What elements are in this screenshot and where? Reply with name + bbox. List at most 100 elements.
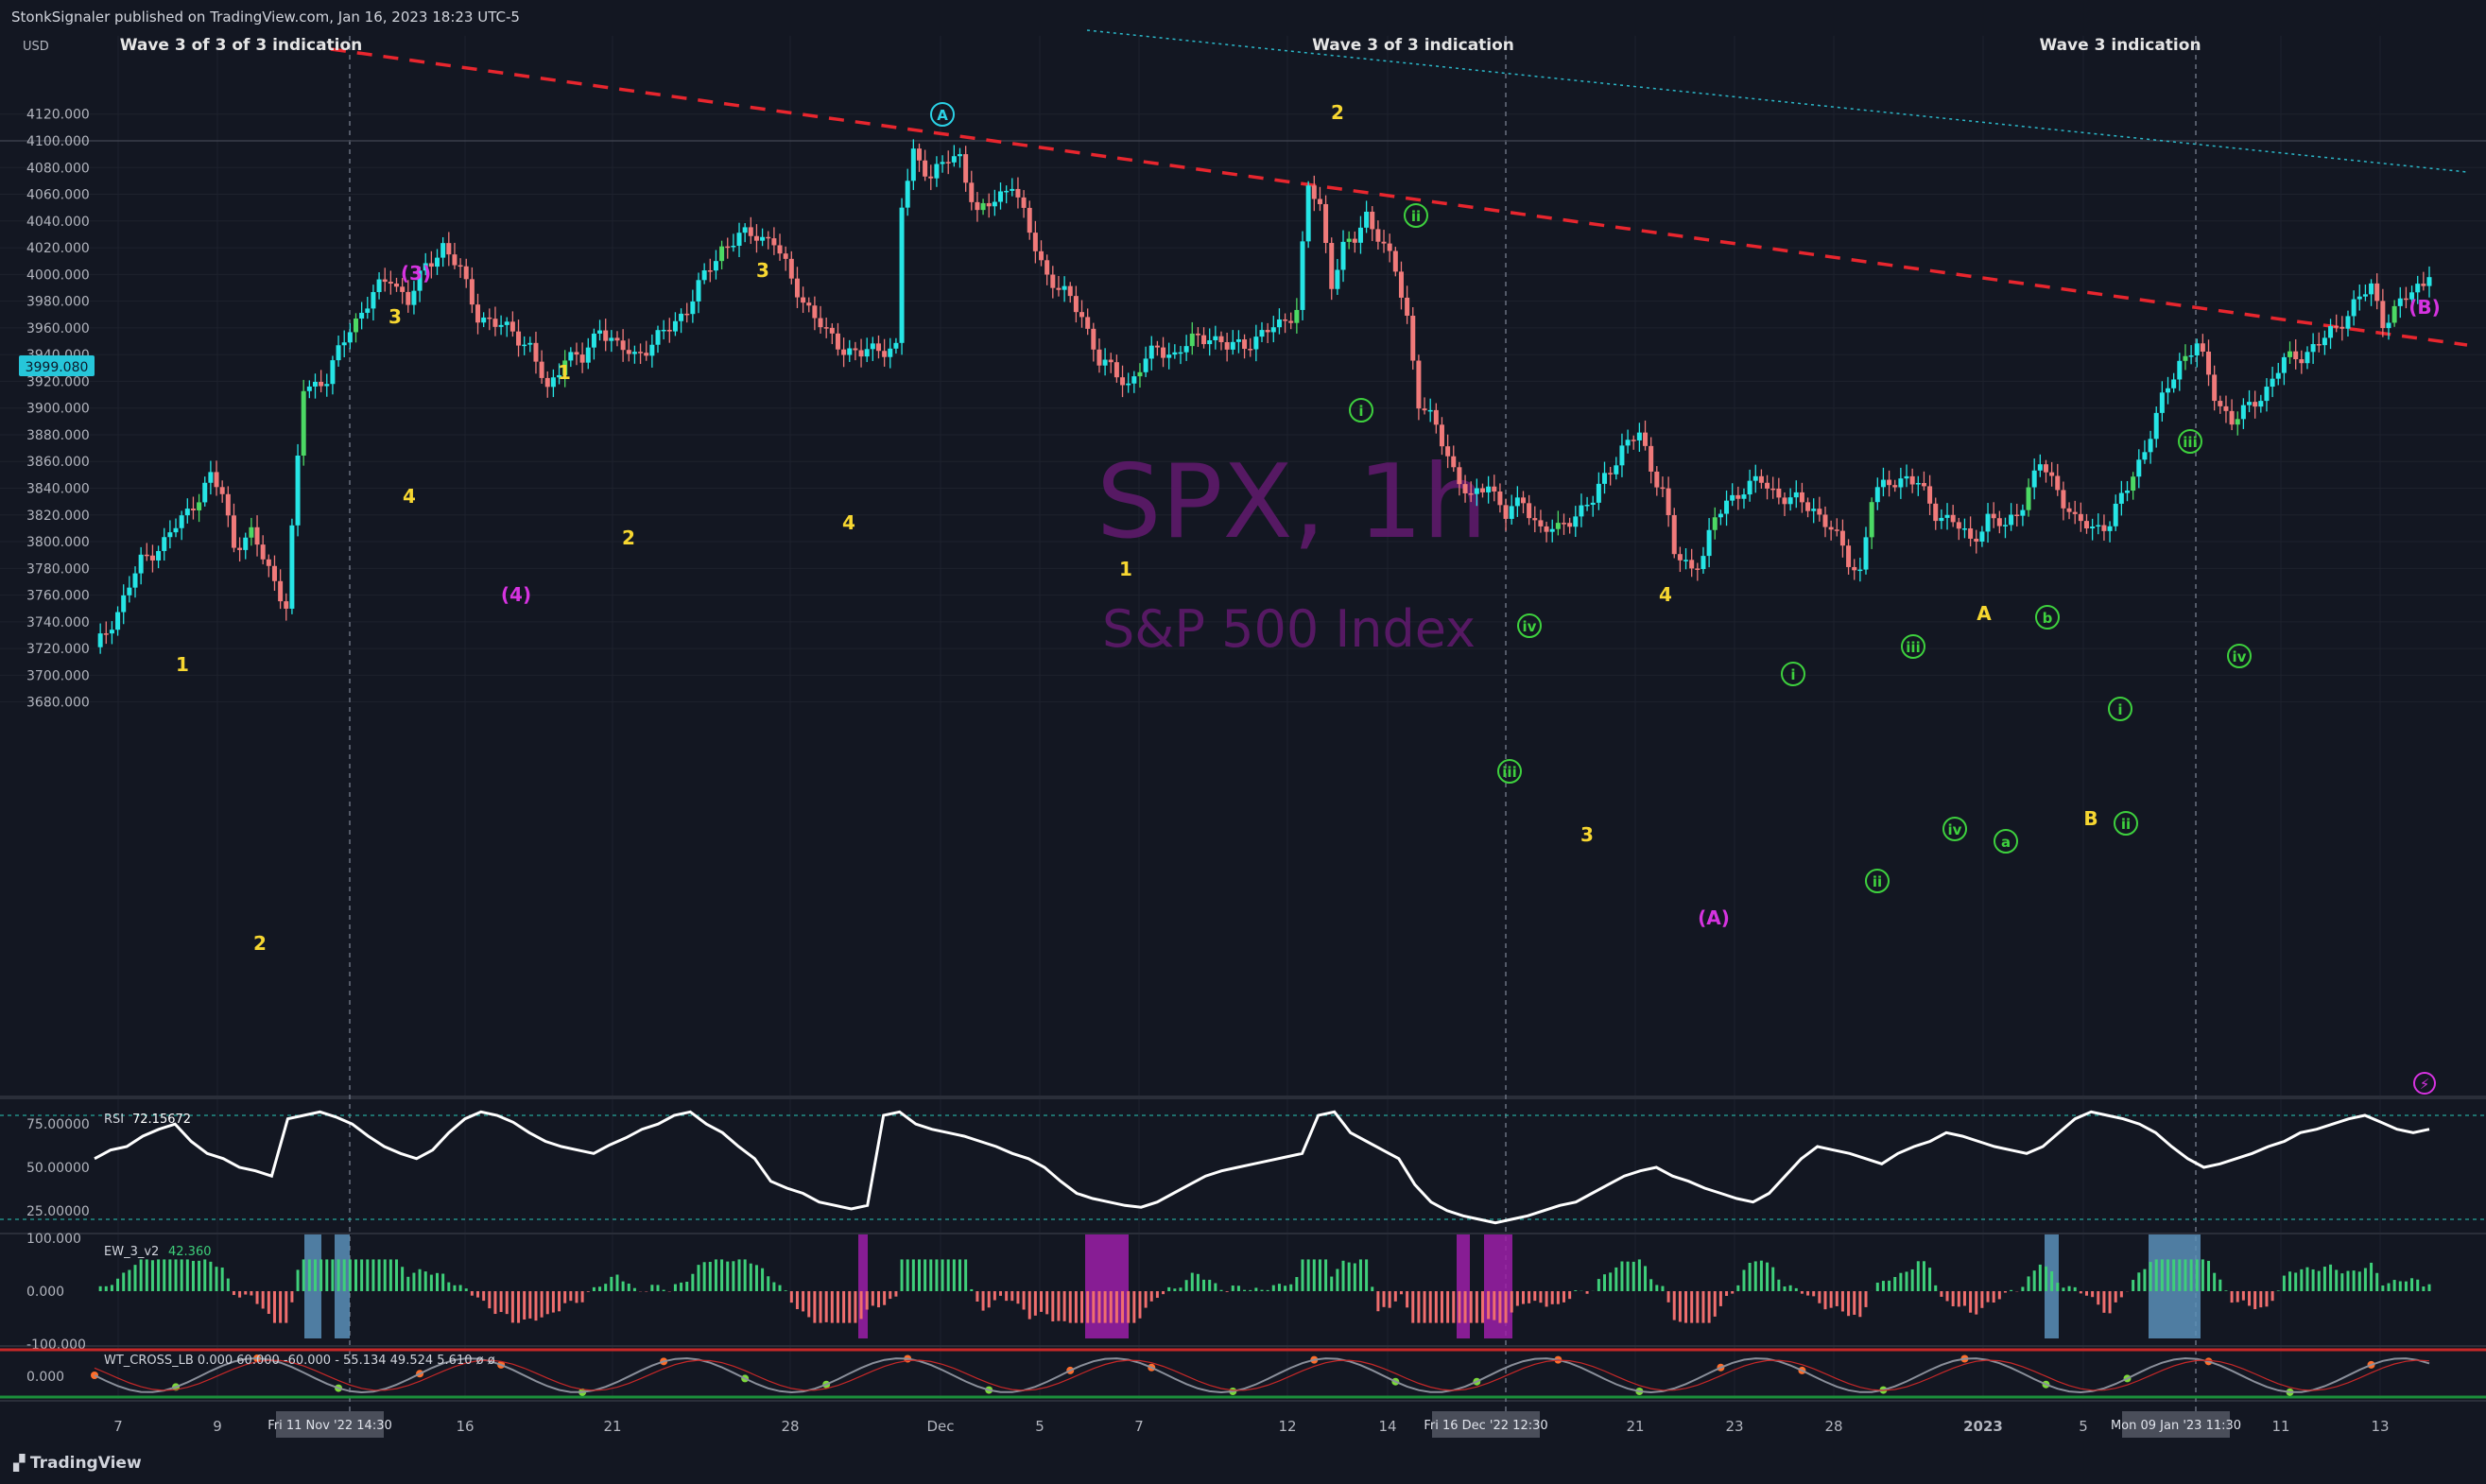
wave-label: ii (1411, 208, 1421, 225)
candle-body (1346, 238, 1352, 242)
candle-body (1253, 336, 1259, 350)
candle-body (1822, 514, 1828, 527)
candle-body (1695, 568, 1700, 570)
candle-body (1370, 211, 1375, 230)
candle-body (2235, 419, 2240, 425)
x-tick-label: 9 (213, 1418, 222, 1435)
candle-body (411, 290, 417, 305)
candle-body (603, 330, 609, 341)
candle-body (1898, 478, 1904, 488)
candle-body (197, 502, 202, 510)
candle-body (533, 342, 539, 362)
candle-body (1770, 488, 1776, 491)
price-tag: 3999.080 (19, 355, 95, 376)
candle-body (1120, 377, 1126, 386)
candle-body (870, 343, 875, 350)
wave-label: 2 (622, 526, 635, 549)
wt-title: WT_CROSS_LB 0.000 60.000 -60.000 - 55.13… (104, 1354, 495, 1368)
candle-body (376, 279, 382, 293)
candle-body (1096, 349, 1102, 366)
candle-body (1880, 479, 1886, 488)
candle-body (2247, 402, 2253, 406)
candle-body (1636, 432, 1642, 440)
annotations: Wave 3 of 3 of 3 indication Wave 3 of 3 i… (120, 36, 2201, 55)
candle-body (1596, 483, 1601, 503)
candle-body (1567, 523, 1573, 527)
candle-body (2031, 470, 2037, 488)
candle-body (1276, 319, 1282, 328)
candle-body (1915, 482, 1921, 485)
last-price-value: 3999.080 (26, 360, 89, 375)
candle-body (1741, 494, 1747, 499)
candle-body (1270, 327, 1276, 333)
candle-body (2334, 326, 2339, 328)
candle-body (231, 515, 236, 548)
candle-body (568, 352, 574, 361)
wave-label: ii (1873, 873, 1882, 890)
watermark: SPX, 1h S&P 500 Index (1096, 443, 1488, 659)
candle-body (713, 261, 718, 271)
candle-body (707, 270, 713, 272)
y-tick-label: 3700.000 (26, 668, 90, 683)
candle-body (2287, 351, 2293, 357)
candle-body (179, 515, 184, 528)
wave-label: (B) (2408, 296, 2441, 319)
candle-body (2200, 343, 2205, 353)
candle-body (475, 304, 481, 323)
candle-body (1683, 560, 1689, 561)
candle-body (951, 156, 957, 163)
candle-body (1137, 371, 1143, 377)
candle-body (1927, 486, 1933, 504)
candle-body (766, 236, 771, 239)
candle-body (2223, 406, 2229, 411)
candle-body (2131, 476, 2136, 492)
candle-body (858, 350, 864, 357)
candle-body (2194, 343, 2200, 356)
wave-label: B (2083, 807, 2098, 830)
candle-body (237, 547, 243, 550)
rsi-title: RSI (104, 1113, 124, 1127)
candle-body (1666, 488, 1671, 516)
candle-body (1010, 188, 1015, 191)
candle-body (1974, 538, 1979, 542)
candle-body (2275, 372, 2281, 379)
candle-body (2124, 491, 2130, 493)
ew-title: EW_3_v2 (104, 1245, 159, 1259)
candle-body (440, 243, 446, 258)
y-tick-label: 4000.000 (26, 267, 90, 283)
candle-body (1462, 484, 1468, 493)
candle-body (1654, 471, 1660, 488)
candle-body (1497, 491, 1503, 506)
candle-body (1996, 518, 2002, 526)
wave-label: i (2117, 701, 2122, 718)
candle-body (736, 233, 742, 247)
candle-body (2113, 503, 2118, 526)
rsi-value: 72.15672 (132, 1113, 191, 1127)
candle-body (1242, 339, 1248, 350)
ew-highlight (304, 1234, 321, 1338)
candle-body (2055, 475, 2061, 491)
candle-body (2316, 344, 2322, 346)
wave-label: iii (1906, 639, 1920, 656)
candle-body (818, 318, 823, 328)
candle-body (1248, 349, 1253, 351)
candle-body (2002, 525, 2008, 526)
candle-body (597, 330, 603, 334)
candle-body (289, 525, 295, 609)
candle-body (1207, 340, 1213, 345)
candle-body (1544, 526, 1549, 532)
x-tick-label: 2023 (1963, 1418, 2003, 1435)
candle-body (1649, 445, 1654, 472)
candle-body (2264, 387, 2270, 402)
candle-body (1091, 328, 1096, 350)
candle-body (1631, 440, 1636, 441)
candle-body (1956, 522, 1961, 529)
candle-body (2206, 352, 2212, 375)
candle-body (853, 348, 858, 351)
candle-body (97, 633, 103, 647)
candle-body (1079, 312, 1085, 318)
candle-body (835, 333, 840, 350)
candle-body (173, 527, 179, 533)
candle-body (928, 176, 934, 179)
candle-body (905, 181, 910, 208)
